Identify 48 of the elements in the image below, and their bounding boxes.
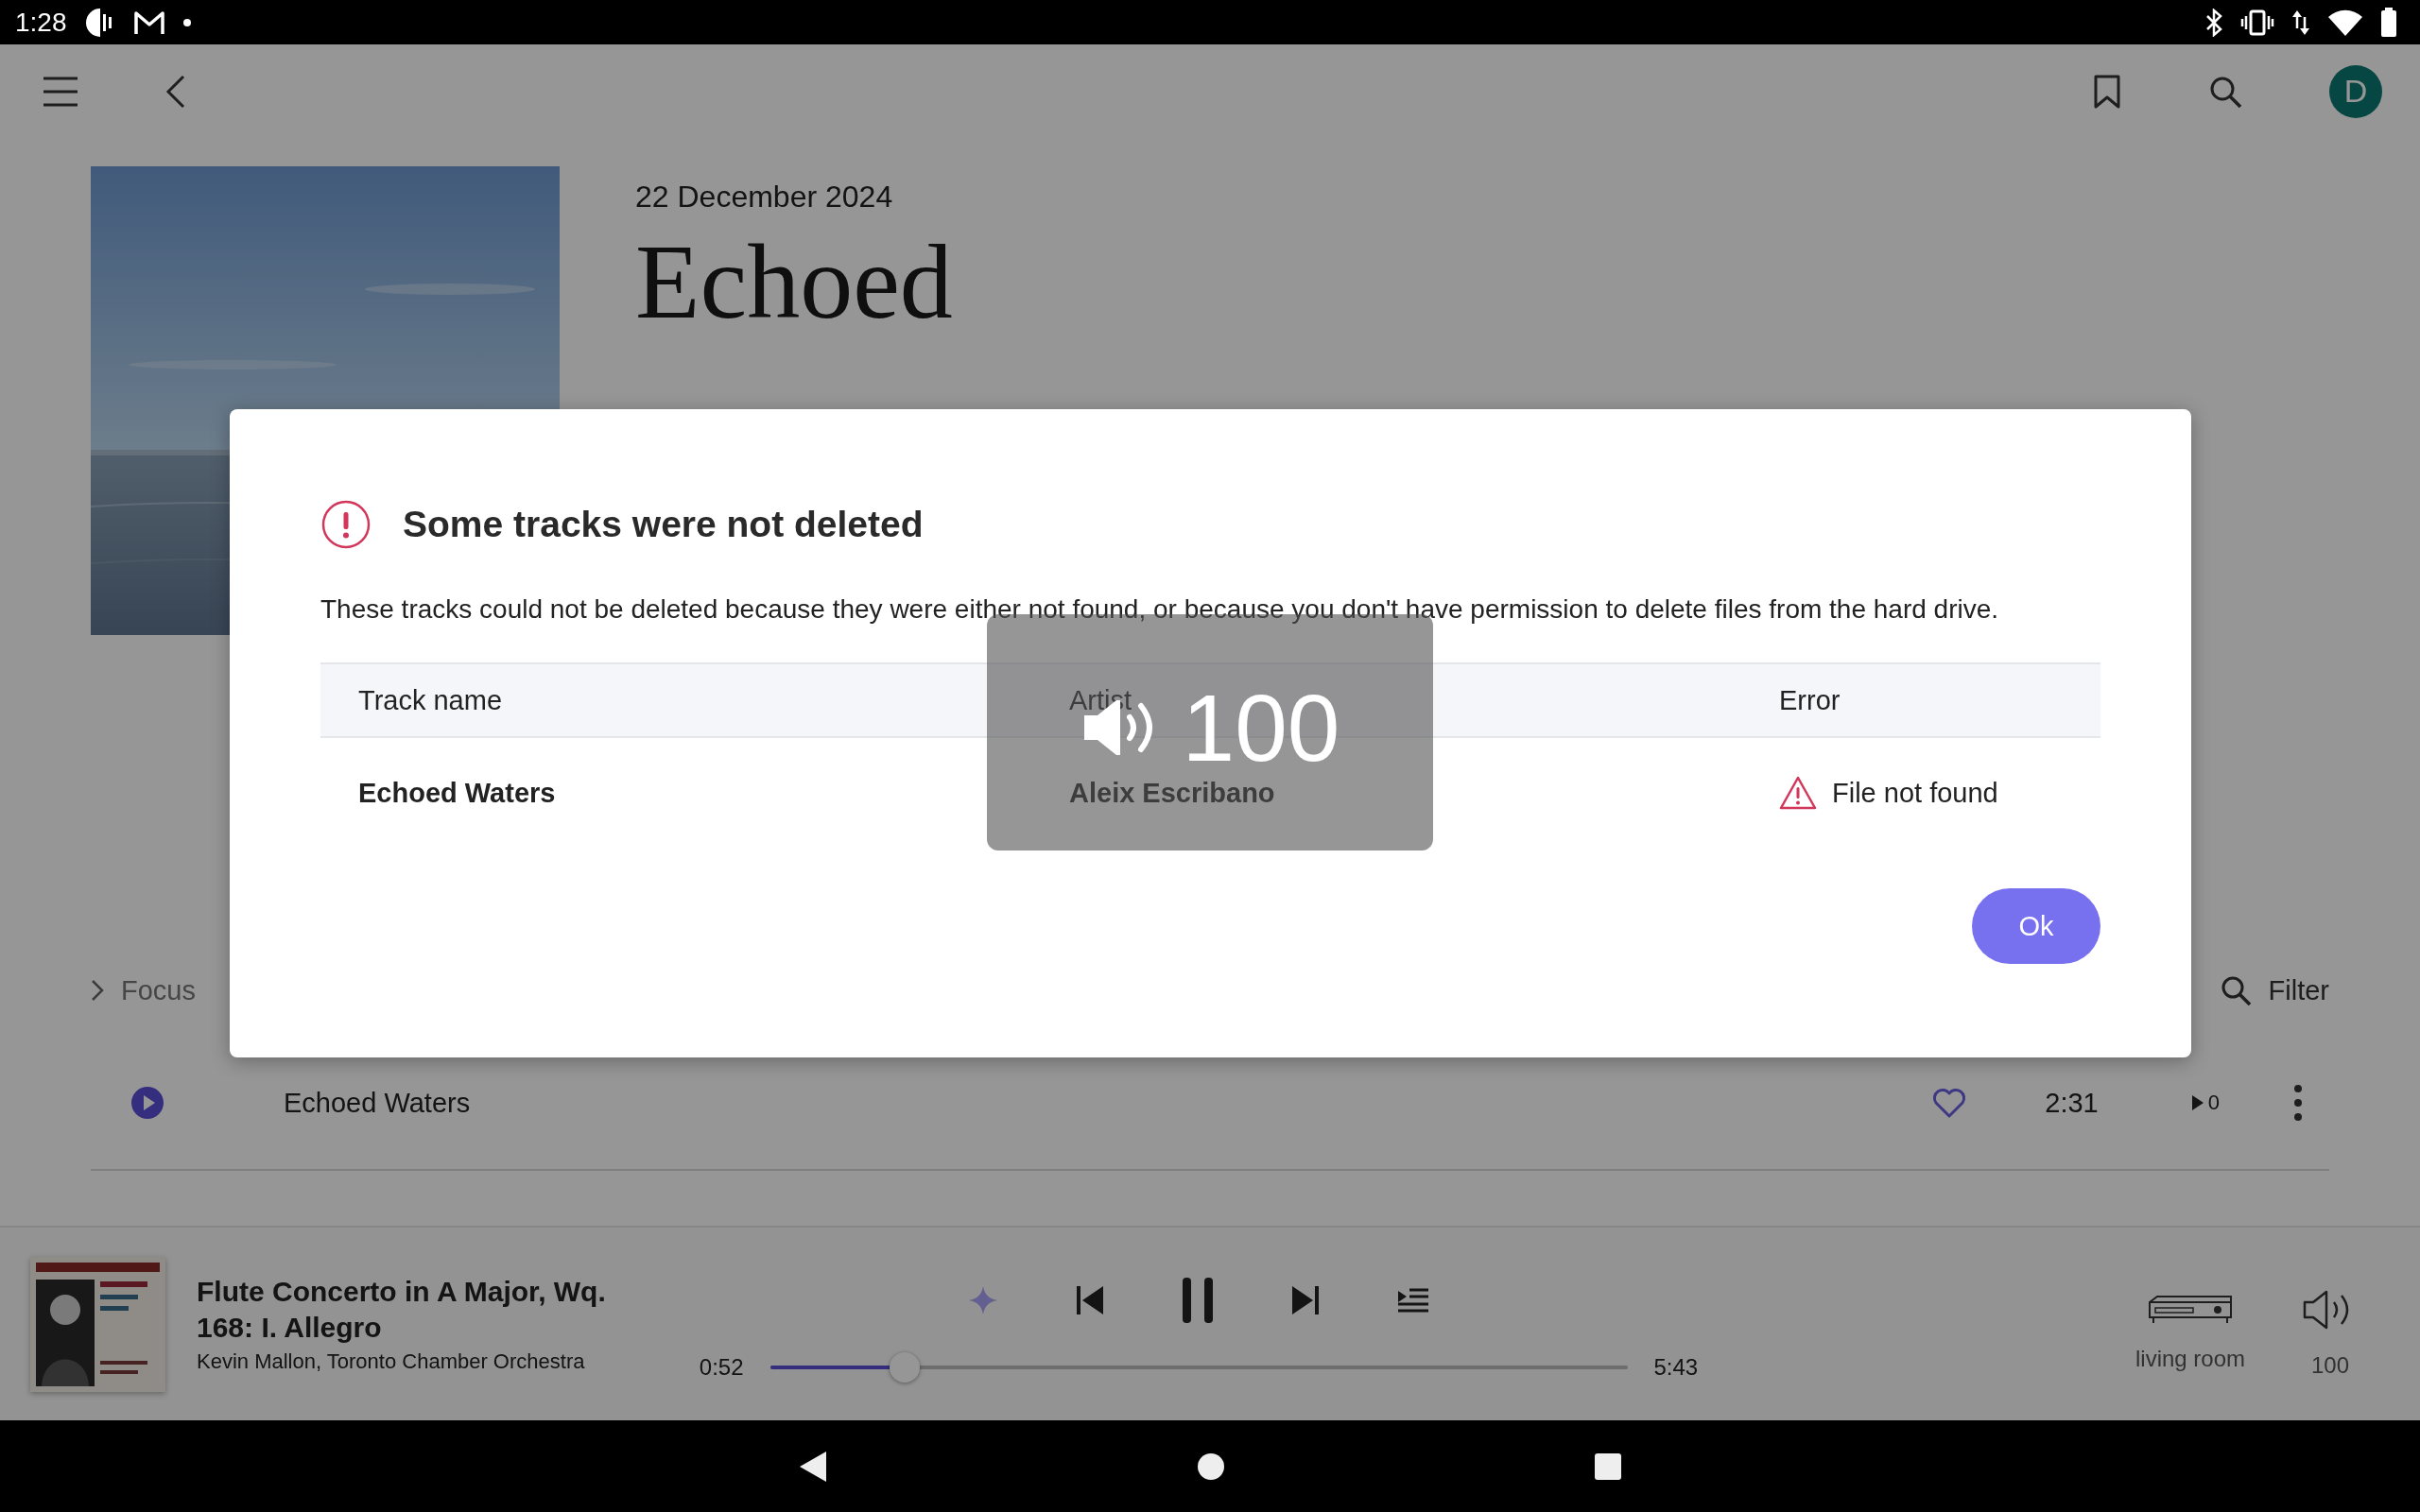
receiver-icon[interactable] xyxy=(2148,1295,2233,1325)
total-time: 5:43 xyxy=(1653,1354,1699,1381)
seek-handle[interactable] xyxy=(889,1352,920,1383)
column-header: Error xyxy=(1778,684,1841,716)
chevron-right-icon[interactable] xyxy=(91,979,104,1002)
ok-button[interactable]: Ok xyxy=(1972,888,2100,964)
heart-icon[interactable] xyxy=(1931,1087,1968,1119)
battery-icon xyxy=(2380,7,2397,38)
wifi-icon xyxy=(2327,8,2363,37)
avatar[interactable]: D xyxy=(2329,64,2382,118)
home-icon[interactable] xyxy=(1197,1452,1225,1481)
filter-field[interactable]: Filter xyxy=(2268,974,2329,1006)
album-title: Echoed xyxy=(635,224,954,339)
dialog-message: These tracks could not be deleted because they were either not found, or because you don't have permission to delete files from the hard drive. xyxy=(320,593,1999,626)
focus-toggle[interactable]: Focus xyxy=(121,974,196,1006)
bluetooth-icon xyxy=(2204,8,2223,37)
error-icon xyxy=(321,500,371,549)
volume-level: 100 xyxy=(2311,1352,2350,1379)
more-icon[interactable] xyxy=(2293,1084,2303,1122)
elapsed-time: 0:52 xyxy=(699,1354,744,1381)
volume-value: 100 xyxy=(1182,688,1340,767)
bookmark-icon[interactable] xyxy=(2093,74,2121,109)
table-cell-text: Echoed Waters xyxy=(357,777,557,809)
now-playing-artist: Kevin Mallon, Toronto Chamber Orchestra xyxy=(197,1349,586,1374)
next-icon[interactable] xyxy=(1290,1284,1321,1316)
back-icon[interactable] xyxy=(798,1449,828,1484)
recents-icon[interactable] xyxy=(1594,1452,1622,1481)
track-title[interactable]: Echoed Waters xyxy=(284,1087,471,1119)
back-icon[interactable] xyxy=(164,74,187,109)
now-playing-title: Flute Concerto in A Major, Wq. 168: I. Allegro xyxy=(197,1275,607,1345)
error-text: File not found xyxy=(1832,777,1998,809)
clock-time: 1:28 xyxy=(15,7,67,38)
queue-icon[interactable] xyxy=(1396,1287,1430,1314)
play-count-icon xyxy=(2190,1094,2204,1111)
previous-icon[interactable] xyxy=(1075,1284,1105,1316)
table-cell-text: Aleix Escribano xyxy=(1068,777,1276,809)
warning-icon xyxy=(1779,776,1817,810)
output-device[interactable]: living room xyxy=(2135,1346,2246,1372)
release-date: 22 December 2024 xyxy=(635,180,894,215)
dot-icon xyxy=(182,17,192,27)
play-icon[interactable] xyxy=(130,1086,164,1120)
pause-icon[interactable] xyxy=(1181,1276,1215,1325)
mail-icon xyxy=(132,9,165,36)
track-duration: 2:31 xyxy=(2045,1087,2099,1119)
column-header: Track name xyxy=(357,684,504,716)
vibrate-icon xyxy=(2240,8,2274,37)
play-count: 0 xyxy=(2207,1091,2220,1115)
dialog-title: Some tracks were not deleted xyxy=(403,504,924,545)
